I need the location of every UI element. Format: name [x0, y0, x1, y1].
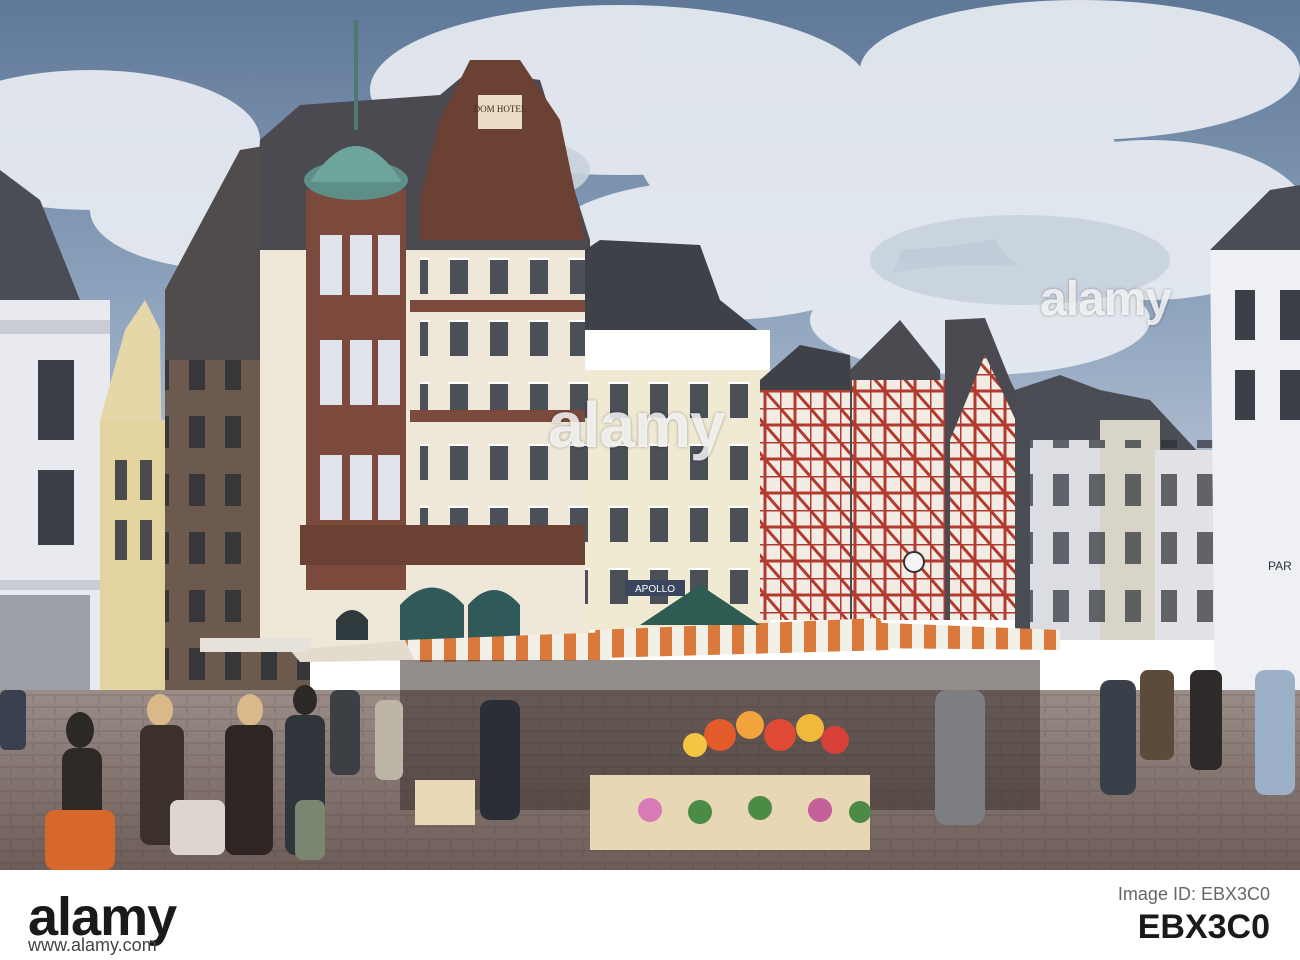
right-sign: PAR	[1268, 559, 1292, 573]
shop-sign: APOLLO	[635, 584, 675, 595]
clock-icon	[903, 551, 925, 573]
watermark-footer-strip: alamy	[0, 870, 1300, 960]
half-timbered-houses	[760, 318, 1030, 620]
watermark-top-right: alamy	[1040, 273, 1172, 326]
alamy-url: www.alamy.com	[28, 935, 157, 955]
right-white-building	[1210, 185, 1300, 700]
image-canvas: DOM HOTEL APOLLO PAR alamy alamy alamy I…	[0, 0, 1300, 960]
image-id-label: Image ID: EBX3C0	[1117, 884, 1270, 904]
dom-hotel-building	[260, 20, 600, 650]
watermark-center: alamy	[548, 389, 725, 461]
hotel-sign: DOM HOTEL	[474, 104, 527, 114]
image-id: EBX3C0	[1137, 908, 1270, 946]
